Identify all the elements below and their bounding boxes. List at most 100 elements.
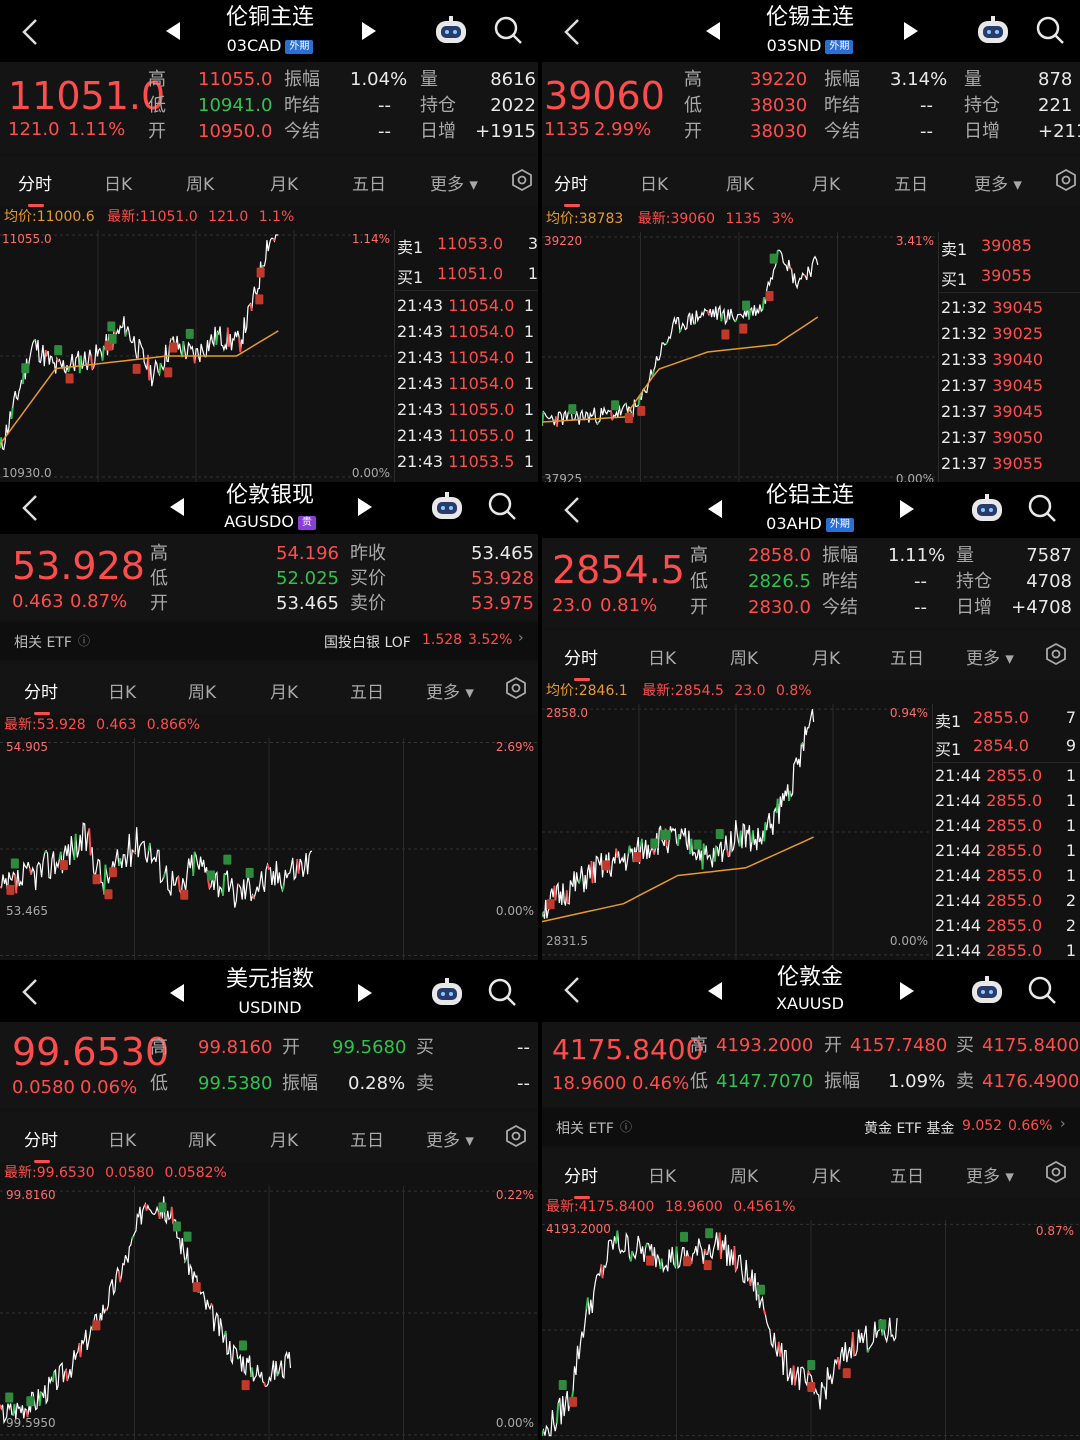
- open-value: 53.465: [276, 593, 339, 614]
- tab-intraday[interactable]: 分时: [554, 170, 588, 207]
- tab-intraday[interactable]: 分时: [24, 1126, 58, 1163]
- next-arrow-icon[interactable]: [900, 982, 914, 1000]
- tab-five-day[interactable]: 五日: [350, 678, 384, 703]
- tab-monthly-k[interactable]: 月K: [270, 1126, 298, 1151]
- chart-tabs: 分时 日K 周K 月K 五日 更多 ▾: [0, 664, 538, 715]
- robot-assistant-icon[interactable]: [430, 978, 464, 1008]
- trend-segment: [237, 883, 240, 886]
- next-arrow-icon[interactable]: [904, 22, 918, 40]
- header: 伦铜主连 03CAD 外期: [0, 0, 538, 62]
- settings-hex-icon[interactable]: [504, 1124, 528, 1148]
- tab-weekly-k[interactable]: 周K: [188, 678, 216, 703]
- tab-more[interactable]: 更多 ▾: [430, 170, 478, 195]
- robot-assistant-icon[interactable]: [430, 492, 464, 522]
- intraday-chart[interactable]: 54.905 53.465 2.69% 0.00%: [0, 738, 538, 960]
- tab-monthly-k[interactable]: 月K: [270, 678, 298, 703]
- signal-marker: [5, 1392, 14, 1403]
- intraday-chart[interactable]: 39220 37925 3.41% 0.00%: [542, 232, 936, 482]
- intraday-chart[interactable]: 99.8160 99.5950 0.22% 0.00%: [0, 1186, 538, 1440]
- robot-assistant-icon[interactable]: [970, 494, 1004, 524]
- robot-assistant-icon[interactable]: [970, 976, 1004, 1006]
- tab-five-day[interactable]: 五日: [352, 170, 386, 195]
- trade-row: 21:44 2855.0 1: [935, 766, 1080, 791]
- tab-daily-k[interactable]: 日K: [640, 170, 668, 195]
- tab-more[interactable]: 更多 ▾: [426, 1126, 474, 1151]
- instrument-code: AGUSDO 贵: [160, 512, 380, 532]
- tab-five-day[interactable]: 五日: [894, 170, 928, 195]
- intraday-chart[interactable]: 4193.2000 0.87%: [542, 1220, 1080, 1440]
- tab-weekly-k[interactable]: 周K: [730, 644, 758, 669]
- signal-marker: [92, 1320, 101, 1331]
- settings-hex-icon[interactable]: [1054, 168, 1078, 192]
- tab-more[interactable]: 更多 ▾: [974, 170, 1022, 195]
- trend-segment: [44, 349, 48, 356]
- search-icon[interactable]: [486, 976, 518, 1008]
- signal-marker: [21, 363, 30, 374]
- search-icon[interactable]: [1026, 492, 1058, 524]
- next-arrow-icon[interactable]: [358, 984, 372, 1002]
- settings-hex-icon[interactable]: [1044, 642, 1068, 666]
- latest-price: 4175.8400: [578, 1199, 655, 1215]
- next-arrow-icon[interactable]: [358, 498, 372, 516]
- trend-segment: [117, 1270, 122, 1283]
- tab-daily-k[interactable]: 日K: [108, 678, 136, 703]
- tab-monthly-k[interactable]: 月K: [812, 644, 840, 669]
- intraday-chart[interactable]: 2858.0 2831.5 0.94% 0.00%: [542, 704, 930, 960]
- next-arrow-icon[interactable]: [900, 500, 914, 518]
- trade-time: 21:32: [941, 298, 988, 317]
- trend-segment: [720, 312, 724, 322]
- related-etf-bar[interactable]: 相关 ETF ⓘ 黄金 ETF 基金 9.052 0.66% ›: [542, 1108, 1080, 1146]
- robot-assistant-icon[interactable]: [976, 16, 1010, 46]
- trend-segment: [787, 790, 792, 801]
- tab-weekly-k[interactable]: 周K: [186, 170, 214, 195]
- trend-segment: [67, 367, 71, 373]
- search-icon[interactable]: [1026, 974, 1058, 1006]
- settings-hex-icon[interactable]: [510, 168, 534, 192]
- trend-segment: [775, 798, 779, 814]
- trend-segment: [866, 1348, 870, 1353]
- signal-marker: [650, 838, 659, 849]
- price-line-svg: [0, 738, 538, 960]
- tab-intraday[interactable]: 分时: [24, 678, 58, 715]
- stat-label: 振幅: [284, 69, 320, 90]
- tab-five-day[interactable]: 五日: [890, 644, 924, 669]
- tab-more[interactable]: 更多 ▾: [966, 644, 1014, 669]
- related-etf-bar[interactable]: 相关 ETF ⓘ 国投白银 LOF 1.528 3.52% ›: [0, 622, 538, 660]
- settings-hex-icon[interactable]: [1044, 1160, 1068, 1184]
- back-chevron-icon[interactable]: [556, 492, 592, 528]
- open-value: 38030: [750, 121, 808, 142]
- trend-segment: [596, 421, 600, 425]
- trade-time: 21:37: [941, 428, 988, 447]
- tab-intraday[interactable]: 分时: [564, 644, 598, 681]
- tab-more[interactable]: 更多 ▾: [966, 1162, 1014, 1187]
- intraday-chart[interactable]: 11055.0 10930.0 1.14% 0.00%: [0, 230, 392, 482]
- back-chevron-icon[interactable]: [14, 490, 50, 526]
- tab-weekly-k[interactable]: 周K: [726, 170, 754, 195]
- settings-hex-icon[interactable]: [504, 676, 528, 700]
- tab-intraday[interactable]: 分时: [564, 1162, 598, 1199]
- search-icon[interactable]: [492, 14, 524, 46]
- tab-daily-k[interactable]: 日K: [648, 644, 676, 669]
- trend-segment: [177, 876, 181, 891]
- back-chevron-icon[interactable]: [556, 14, 592, 50]
- tab-five-day[interactable]: 五日: [890, 1162, 924, 1187]
- back-chevron-icon[interactable]: [556, 972, 592, 1008]
- tab-monthly-k[interactable]: 月K: [812, 1162, 840, 1187]
- tab-weekly-k[interactable]: 周K: [730, 1162, 758, 1187]
- tab-weekly-k[interactable]: 周K: [188, 1126, 216, 1151]
- robot-assistant-icon[interactable]: [434, 16, 468, 46]
- tab-five-day[interactable]: 五日: [350, 1126, 384, 1151]
- search-icon[interactable]: [486, 490, 518, 522]
- search-icon[interactable]: [1034, 14, 1066, 46]
- tab-daily-k[interactable]: 日K: [104, 170, 132, 195]
- back-chevron-icon[interactable]: [14, 974, 50, 1010]
- tab-monthly-k[interactable]: 月K: [270, 170, 298, 195]
- tab-daily-k[interactable]: 日K: [648, 1162, 676, 1187]
- header: 伦敦金 XAUUSD: [542, 962, 1080, 1022]
- next-arrow-icon[interactable]: [362, 22, 376, 40]
- tab-intraday[interactable]: 分时: [18, 170, 52, 207]
- back-chevron-icon[interactable]: [14, 14, 50, 50]
- tab-monthly-k[interactable]: 月K: [812, 170, 840, 195]
- tab-more[interactable]: 更多 ▾: [426, 678, 474, 703]
- tab-daily-k[interactable]: 日K: [108, 1126, 136, 1151]
